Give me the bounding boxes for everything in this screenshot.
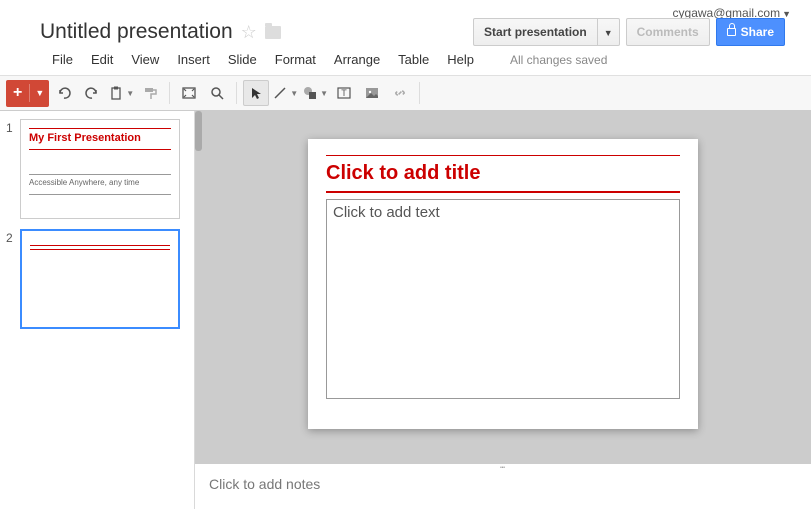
share-label: Share — [741, 25, 774, 39]
thumbnail-number: 1 — [6, 119, 20, 219]
menu-help[interactable]: Help — [447, 52, 474, 67]
slide-title-placeholder[interactable]: Click to add title — [326, 156, 680, 191]
scrollbar-handle[interactable] — [195, 111, 202, 151]
new-slide-button[interactable]: + ▼ — [6, 80, 49, 107]
line-tool[interactable]: ▼ — [271, 80, 299, 106]
chevron-down-icon: ▼ — [604, 28, 613, 38]
paint-format-button[interactable] — [137, 80, 163, 106]
menu-view[interactable]: View — [131, 52, 159, 67]
chevron-down-icon: ▼ — [30, 88, 49, 98]
menu-edit[interactable]: Edit — [91, 52, 113, 67]
menu-bar: File Edit View Insert Slide Format Arran… — [12, 46, 801, 75]
zoom-button[interactable] — [204, 80, 230, 106]
notes-resize-handle[interactable]: ┅ — [488, 463, 518, 469]
slide-canvas[interactable]: Click to add title Click to add text — [195, 111, 811, 463]
menu-slide[interactable]: Slide — [228, 52, 257, 67]
speaker-notes: ┅ Click to add notes — [195, 463, 811, 509]
slide[interactable]: Click to add title Click to add text — [308, 139, 698, 429]
slide-thumbnail[interactable] — [20, 229, 180, 329]
menu-format[interactable]: Format — [275, 52, 316, 67]
slide-thumbnails-panel: 1 My First Presentation Accessible Anywh… — [0, 111, 195, 509]
star-icon[interactable]: ☆ — [241, 22, 257, 43]
zoom-fit-button[interactable] — [176, 80, 202, 106]
image-tool[interactable] — [359, 80, 385, 106]
share-button[interactable]: Share — [716, 18, 785, 46]
link-tool[interactable] — [387, 80, 413, 106]
slide-body-placeholder: Click to add text — [333, 204, 673, 221]
menu-table[interactable]: Table — [398, 52, 429, 67]
slide-thumbnail[interactable]: My First Presentation Accessible Anywher… — [20, 119, 180, 219]
textbox-tool[interactable]: T — [331, 80, 357, 106]
start-presentation-dropdown[interactable]: ▼ — [598, 18, 620, 46]
chevron-down-icon: ▼ — [320, 89, 328, 98]
select-tool[interactable] — [243, 80, 269, 106]
slide-body-box[interactable]: Click to add text — [326, 199, 680, 399]
paste-button[interactable]: ▼ — [107, 80, 135, 106]
document-title[interactable]: Untitled presentation — [40, 20, 233, 44]
thumbnail-row: 2 — [6, 229, 188, 329]
save-status: All changes saved — [510, 53, 607, 67]
svg-text:T: T — [341, 88, 347, 98]
start-presentation-button[interactable]: Start presentation — [473, 18, 598, 46]
redo-button[interactable] — [79, 80, 105, 106]
toolbar: + ▼ ▼ ▼ ▼ T — [0, 75, 811, 111]
shape-tool[interactable]: ▼ — [301, 80, 329, 106]
lock-icon — [727, 28, 736, 36]
undo-button[interactable] — [51, 80, 77, 106]
menu-file[interactable]: File — [52, 52, 73, 67]
thumbnail-row: 1 My First Presentation Accessible Anywh… — [6, 119, 188, 219]
thumbnail-subtitle: Accessible Anywhere, any time — [29, 178, 171, 188]
plus-icon: + — [6, 84, 30, 102]
chevron-down-icon: ▼ — [126, 89, 134, 98]
thumbnail-number: 2 — [6, 229, 20, 329]
menu-insert[interactable]: Insert — [177, 52, 210, 67]
start-presentation-group: Start presentation ▼ — [473, 18, 620, 46]
menu-arrange[interactable]: Arrange — [334, 52, 380, 67]
folder-icon[interactable] — [265, 26, 281, 39]
chevron-down-icon: ▼ — [290, 89, 298, 98]
comments-button[interactable]: Comments — [626, 18, 710, 46]
thumbnail-title: My First Presentation — [29, 132, 171, 145]
